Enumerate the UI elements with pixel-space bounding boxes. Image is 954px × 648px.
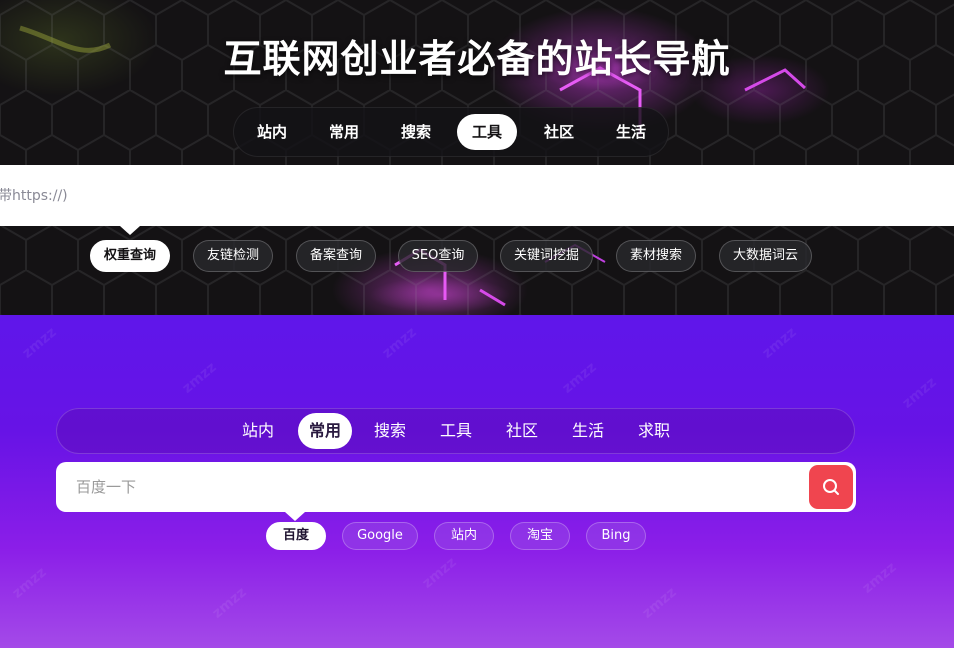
watermark: zmzz [419, 554, 460, 592]
tab-common[interactable]: 常用 [314, 114, 374, 150]
tab-community[interactable]: 社区 [529, 114, 589, 150]
watermark: zmzz [379, 324, 420, 362]
tab-site[interactable]: 站内 [242, 114, 302, 150]
chip-bing[interactable]: Bing [586, 522, 646, 550]
chip-site[interactable]: 站内 [434, 522, 494, 550]
tab-life[interactable]: 生活 [561, 413, 615, 449]
chip-word-cloud[interactable]: 大数据词云 [719, 240, 812, 272]
chip-seo-query[interactable]: SEO查询 [398, 240, 478, 272]
chip-keyword-mining[interactable]: 关键词挖掘 [500, 240, 593, 272]
watermark: zmzz [559, 359, 600, 397]
search-button[interactable] [809, 465, 853, 509]
watermark: zmzz [209, 584, 250, 622]
tab-common[interactable]: 常用 [298, 413, 352, 449]
watermark: zmzz [639, 584, 680, 622]
tab-tools[interactable]: 工具 [429, 413, 483, 449]
search-icon [823, 479, 839, 495]
chip-material-search[interactable]: 素材搜索 [616, 240, 696, 272]
hero-tab-bar: 站内 常用 搜索 工具 社区 生活 [233, 107, 669, 157]
tab-tools[interactable]: 工具 [457, 114, 517, 150]
search-tab-bar: 站内 常用 搜索 工具 社区 生活 求职 [56, 408, 855, 454]
search-section: zmzz zmzz zmzz zmzz zmzz zmzz zmzz zmzz … [0, 315, 954, 648]
watermark: zmzz [759, 324, 800, 362]
search-pointer-caret [120, 226, 140, 235]
tab-site[interactable]: 站内 [231, 413, 285, 449]
tab-search[interactable]: 搜索 [363, 413, 417, 449]
tab-search[interactable]: 搜索 [386, 114, 446, 150]
tools-search-input[interactable] [0, 165, 884, 226]
chip-google[interactable]: Google [342, 522, 418, 550]
tab-jobs[interactable]: 求职 [627, 413, 681, 449]
watermark: zmzz [899, 374, 940, 412]
main-search-bar [56, 462, 856, 512]
watermark: zmzz [19, 324, 60, 362]
page-title: 互联网创业者必备的站长导航 [223, 37, 731, 81]
watermark: zmzz [859, 559, 900, 597]
chip-weight-query[interactable]: 权重查询 [90, 240, 170, 272]
watermark: zmzz [179, 359, 220, 397]
tools-search-bar [0, 165, 954, 226]
watermark: zmzz [9, 564, 50, 602]
chip-icp-query[interactable]: 备案查询 [296, 240, 376, 272]
tab-community[interactable]: 社区 [495, 413, 549, 449]
chip-link-check[interactable]: 友链检测 [193, 240, 273, 272]
tab-life[interactable]: 生活 [601, 114, 661, 150]
chip-baidu[interactable]: 百度 [266, 522, 326, 550]
chip-taobao[interactable]: 淘宝 [510, 522, 570, 550]
main-search-input[interactable] [76, 462, 796, 512]
search-pointer-caret [285, 512, 305, 521]
